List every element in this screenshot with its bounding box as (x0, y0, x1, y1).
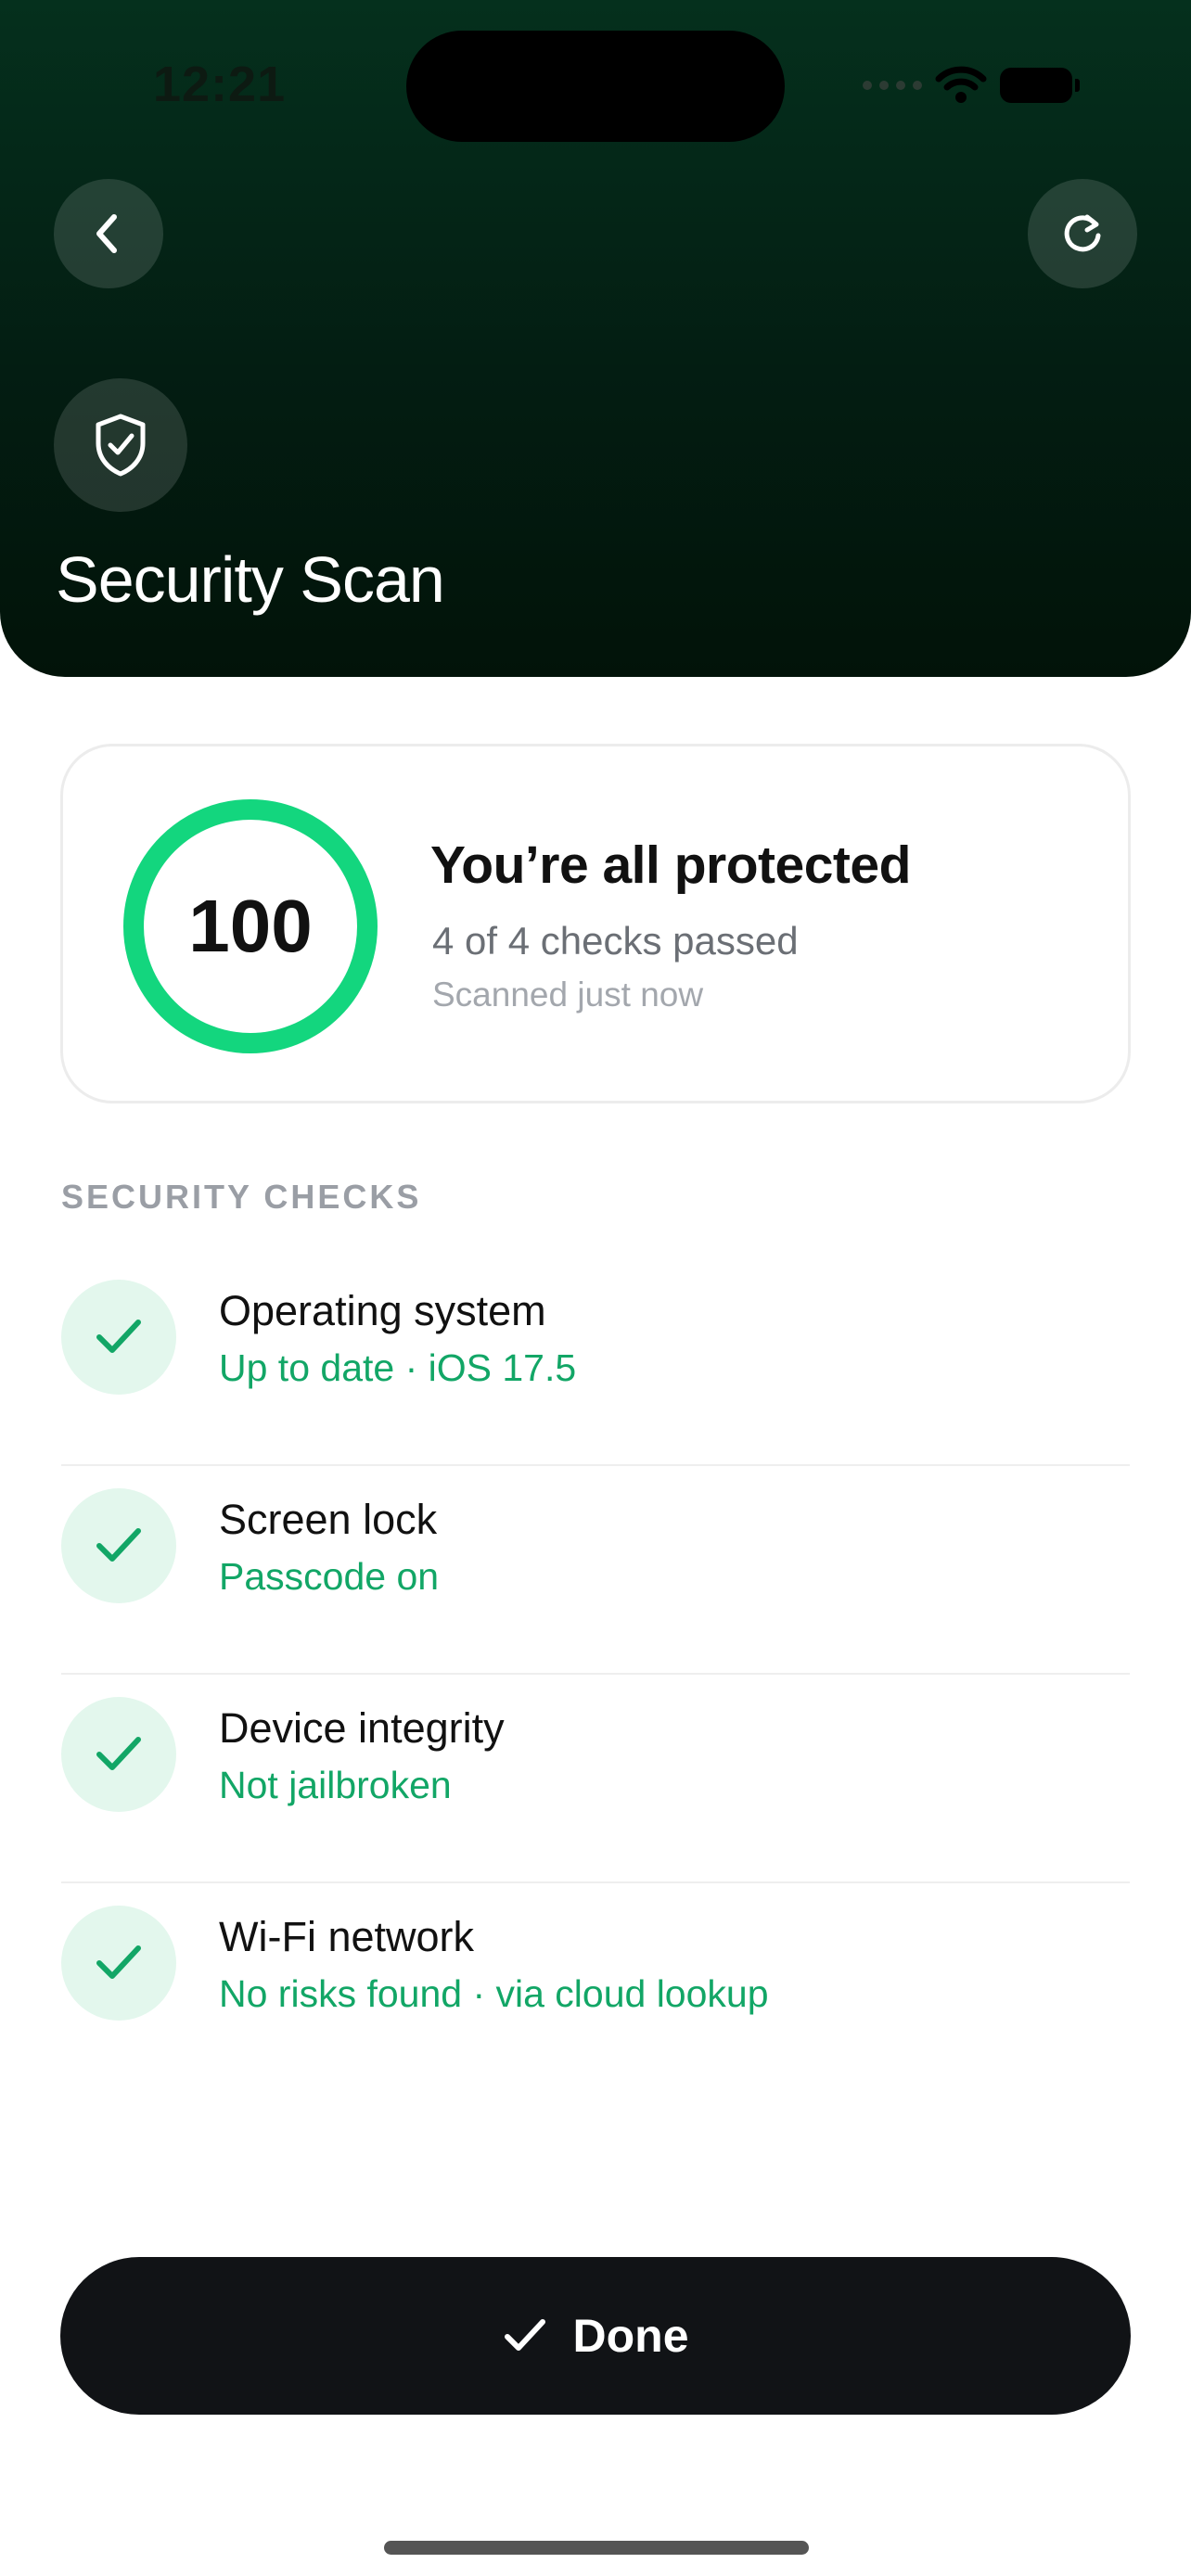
check-item-operating-system: Operating system Up to date · iOS 17.5 (61, 1257, 1130, 1466)
wifi-icon (935, 66, 987, 103)
score-value: 100 (188, 885, 313, 967)
summary-card: 100 You’re all protected 4 of 4 checks p… (60, 744, 1131, 1103)
check-status: Not jailbroken (219, 1764, 452, 1806)
check-title: Wi-Fi network (219, 1913, 475, 1960)
done-button[interactable]: Done (60, 2257, 1131, 2415)
checks-passed-text: 4 of 4 checks passed (432, 919, 799, 963)
status-time: 12:21 (153, 57, 287, 112)
done-label: Done (572, 2310, 689, 2362)
section-label: SECURITY CHECKS (61, 1178, 422, 1216)
check-badge (61, 1697, 176, 1812)
page-title: Security Scan (56, 543, 445, 616)
checkmark-icon (96, 1737, 141, 1770)
check-title: Screen lock (219, 1496, 438, 1543)
check-list: Operating system Up to date · iOS 17.5 S… (61, 1257, 1130, 2092)
checkmark-icon (96, 1945, 141, 1979)
check-item-wifi-network: Wi-Fi network No risks found · via cloud… (61, 1883, 1130, 2092)
check-item-device-integrity: Device integrity Not jailbroken (61, 1675, 1130, 1883)
checkmark-icon (96, 1528, 141, 1562)
summary-title: You’re all protected (430, 835, 911, 895)
back-button[interactable] (54, 179, 163, 288)
scan-time-text: Scanned just now (432, 976, 704, 1014)
check-item-screen-lock: Screen lock Passcode on (61, 1466, 1130, 1675)
check-badge (61, 1280, 176, 1395)
check-badge (61, 1906, 176, 2021)
shield-badge (54, 378, 187, 512)
security-scan-screen: 12:21 Security Scan 100 You’re all prote… (0, 0, 1191, 2576)
refresh-icon (1064, 214, 1101, 252)
back-icon (96, 214, 117, 253)
checkmark-icon (504, 2319, 545, 2351)
battery-icon (1000, 68, 1080, 103)
check-status: Up to date · iOS 17.5 (219, 1346, 577, 1389)
shield-check-icon (96, 414, 146, 477)
check-title: Operating system (219, 1287, 546, 1334)
dynamic-island (406, 31, 785, 142)
check-status: No risks found · via cloud lookup (219, 1972, 769, 2015)
refresh-button[interactable] (1028, 179, 1137, 288)
home-indicator[interactable] (384, 2541, 809, 2555)
check-badge (61, 1488, 176, 1603)
checkmark-icon (96, 1320, 141, 1353)
header: 12:21 Security Scan (0, 0, 1191, 677)
status-icons (863, 57, 1080, 113)
cellular-signal-icon (863, 81, 922, 90)
check-status: Passcode on (219, 1555, 440, 1598)
check-title: Device integrity (219, 1704, 505, 1752)
